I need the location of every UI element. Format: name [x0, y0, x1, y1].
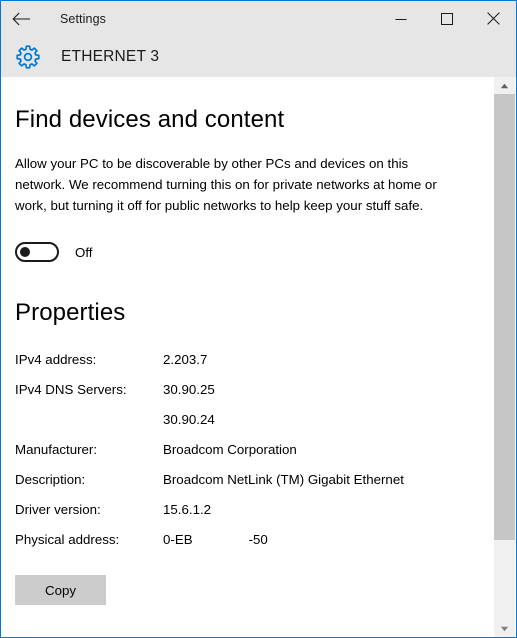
maximize-icon — [441, 12, 453, 25]
table-row: Manufacturer: Broadcom Corporation — [15, 435, 404, 465]
scroll-down-button[interactable] — [494, 620, 515, 637]
property-key: Manufacturer: — [15, 442, 98, 457]
vertical-scrollbar[interactable] — [494, 77, 515, 637]
window-title: Settings — [60, 11, 106, 26]
property-key: Physical address: — [15, 532, 120, 547]
property-value-dns-1: 30.90.25 — [163, 382, 215, 397]
settings-content: Find devices and content Allow your PC t… — [2, 77, 496, 637]
maximize-button[interactable] — [424, 1, 470, 36]
settings-window: Settings ETHERNET 3 Find devices and con… — [0, 0, 517, 638]
table-row: IPv4 address: 2.203.7 — [15, 345, 404, 375]
table-row: IPv4 DNS Servers: 30.90.25 — [15, 375, 404, 405]
property-value-driver-version: 15.6.1.2 — [163, 502, 212, 517]
property-key: IPv4 address: — [15, 352, 97, 367]
table-row: 30.90.24 — [15, 405, 404, 435]
property-key: Driver version: — [15, 502, 101, 517]
adapter-name: ETHERNET 3 — [61, 47, 160, 65]
physical-address-end: -50 — [248, 532, 268, 547]
scroll-up-arrow-icon — [500, 83, 509, 89]
minimize-icon — [395, 13, 407, 25]
property-key — [15, 405, 163, 435]
scrollbar-thumb[interactable] — [494, 94, 515, 540]
scroll-up-button[interactable] — [494, 77, 515, 94]
physical-address-start: 0-EB — [163, 532, 193, 547]
gear-icon — [3, 43, 53, 71]
scrollbar-track[interactable] — [494, 94, 515, 620]
minimize-button[interactable] — [378, 1, 424, 36]
discoverable-toggle-row: Off — [15, 216, 496, 262]
title-bar: Settings — [1, 1, 516, 36]
property-value-ipv4-address: 2.203.7 — [163, 345, 404, 375]
property-value-description: Broadcom NetLink (TM) Gigabit Ethernet — [163, 472, 404, 487]
back-button[interactable] — [1, 1, 43, 36]
properties-heading: Properties — [15, 299, 126, 326]
property-value-dns-2: 30.90.24 — [163, 412, 215, 427]
copy-button[interactable]: Copy — [15, 575, 106, 605]
table-row: Driver version: 15.6.1.2 — [15, 495, 404, 525]
toggle-knob — [20, 247, 30, 257]
property-value-manufacturer: Broadcom Corporation — [163, 442, 297, 457]
adapter-header: ETHERNET 3 — [1, 36, 516, 77]
properties-table: IPv4 address: 2.203.7 IPv4 DNS Servers: … — [15, 345, 404, 555]
property-value-physical-address: 0-EB -50 — [163, 525, 404, 555]
redacted-value: 2.203.7 — [163, 352, 208, 367]
property-key: IPv4 DNS Servers: — [15, 382, 127, 397]
toggle-state-label: Off — [75, 244, 93, 260]
window-controls — [378, 1, 516, 36]
close-button[interactable] — [470, 1, 516, 36]
discoverable-toggle[interactable] — [15, 242, 59, 262]
close-icon — [486, 12, 500, 25]
scroll-down-arrow-icon — [500, 626, 509, 632]
find-devices-description: Allow your PC to be discoverable by othe… — [15, 156, 437, 213]
table-row: Physical address: 0-EB -50 — [15, 525, 404, 555]
property-key: Description: — [15, 472, 86, 487]
table-row: Description: Broadcom NetLink (TM) Gigab… — [15, 465, 404, 495]
back-arrow-icon — [12, 12, 32, 26]
find-devices-heading: Find devices and content — [15, 106, 285, 133]
